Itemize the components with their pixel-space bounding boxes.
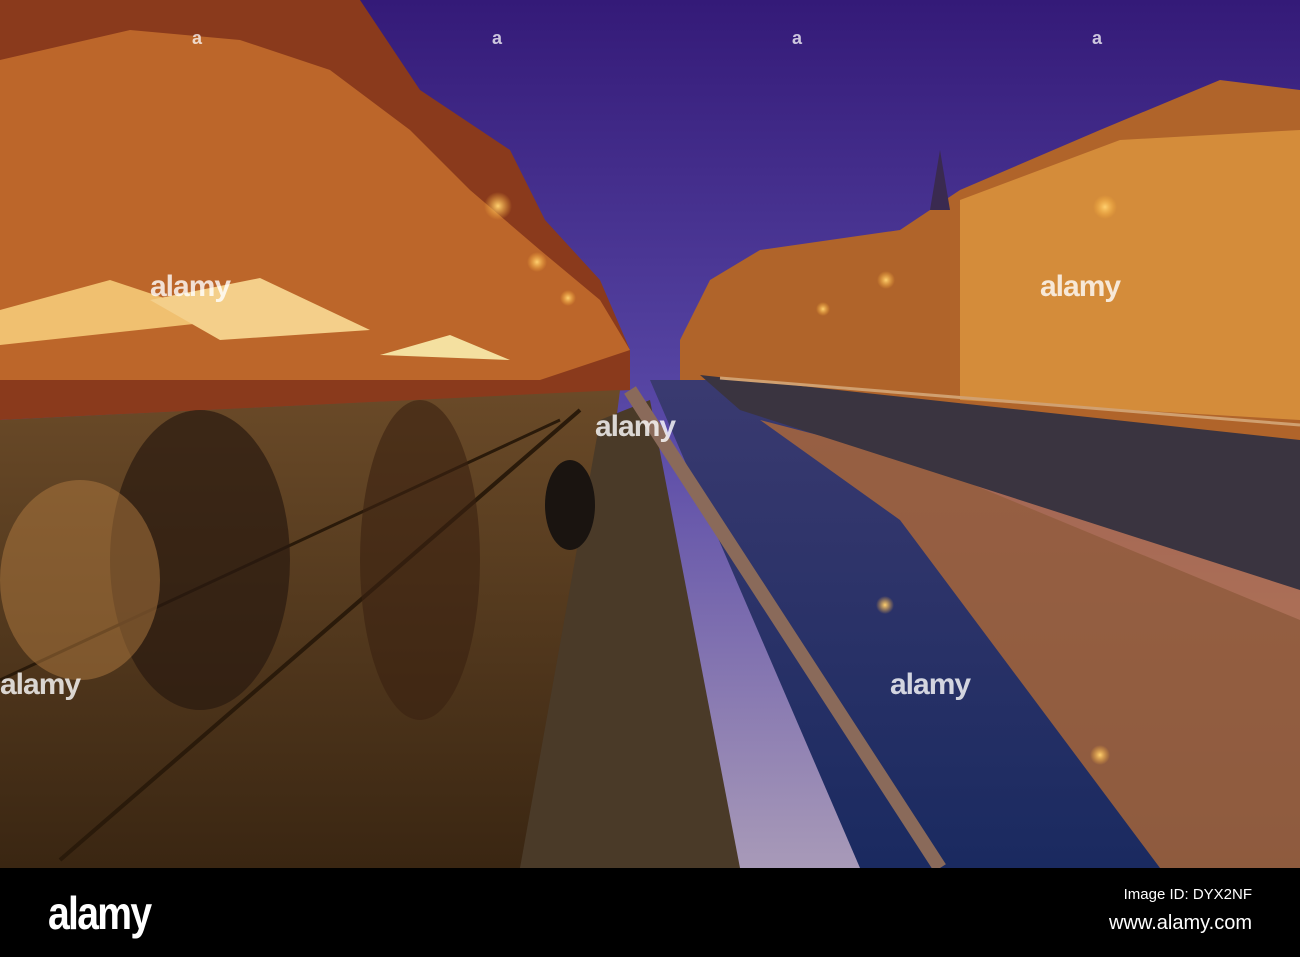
alamy-logo: alamy: [48, 887, 152, 939]
watermark: alamy: [0, 668, 81, 701]
image-id: Image ID: DYX2NF: [1123, 886, 1252, 903]
watermark-mark: a: [792, 28, 803, 48]
watermark: alamy: [1040, 270, 1121, 303]
website-link[interactable]: www.alamy.com: [1109, 912, 1252, 935]
footer-bar: alamy Image ID: DYX2NF www.alamy.com: [0, 868, 1300, 957]
watermark-mark: a: [1092, 28, 1103, 48]
watermark-mark: a: [192, 28, 203, 48]
watermark-mark: a: [492, 28, 503, 48]
stock-photo: a a a a alamy alamy alamy alamy alamy al…: [0, 0, 1300, 957]
watermark: alamy: [150, 270, 231, 303]
watermark: alamy: [595, 410, 676, 443]
watermark: alamy: [890, 668, 971, 701]
